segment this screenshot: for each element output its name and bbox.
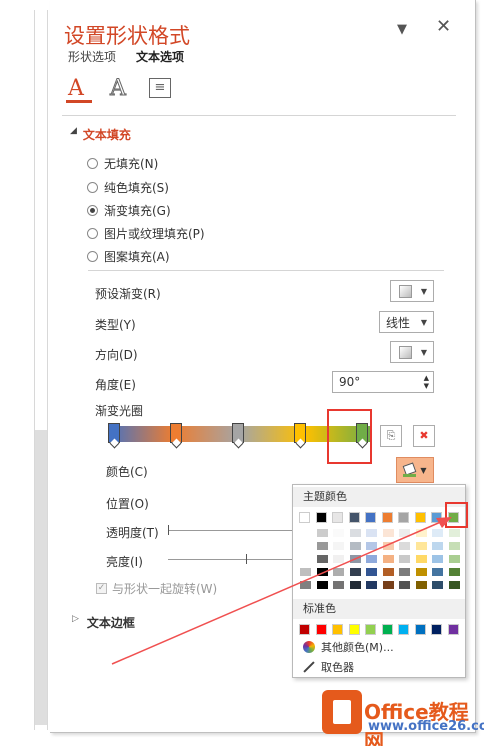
- watermark-url: www.office26.com: [368, 719, 484, 734]
- office-logo-inner: [333, 700, 351, 724]
- arrow-line: [111, 520, 444, 665]
- annotation-arrow: [111, 517, 452, 665]
